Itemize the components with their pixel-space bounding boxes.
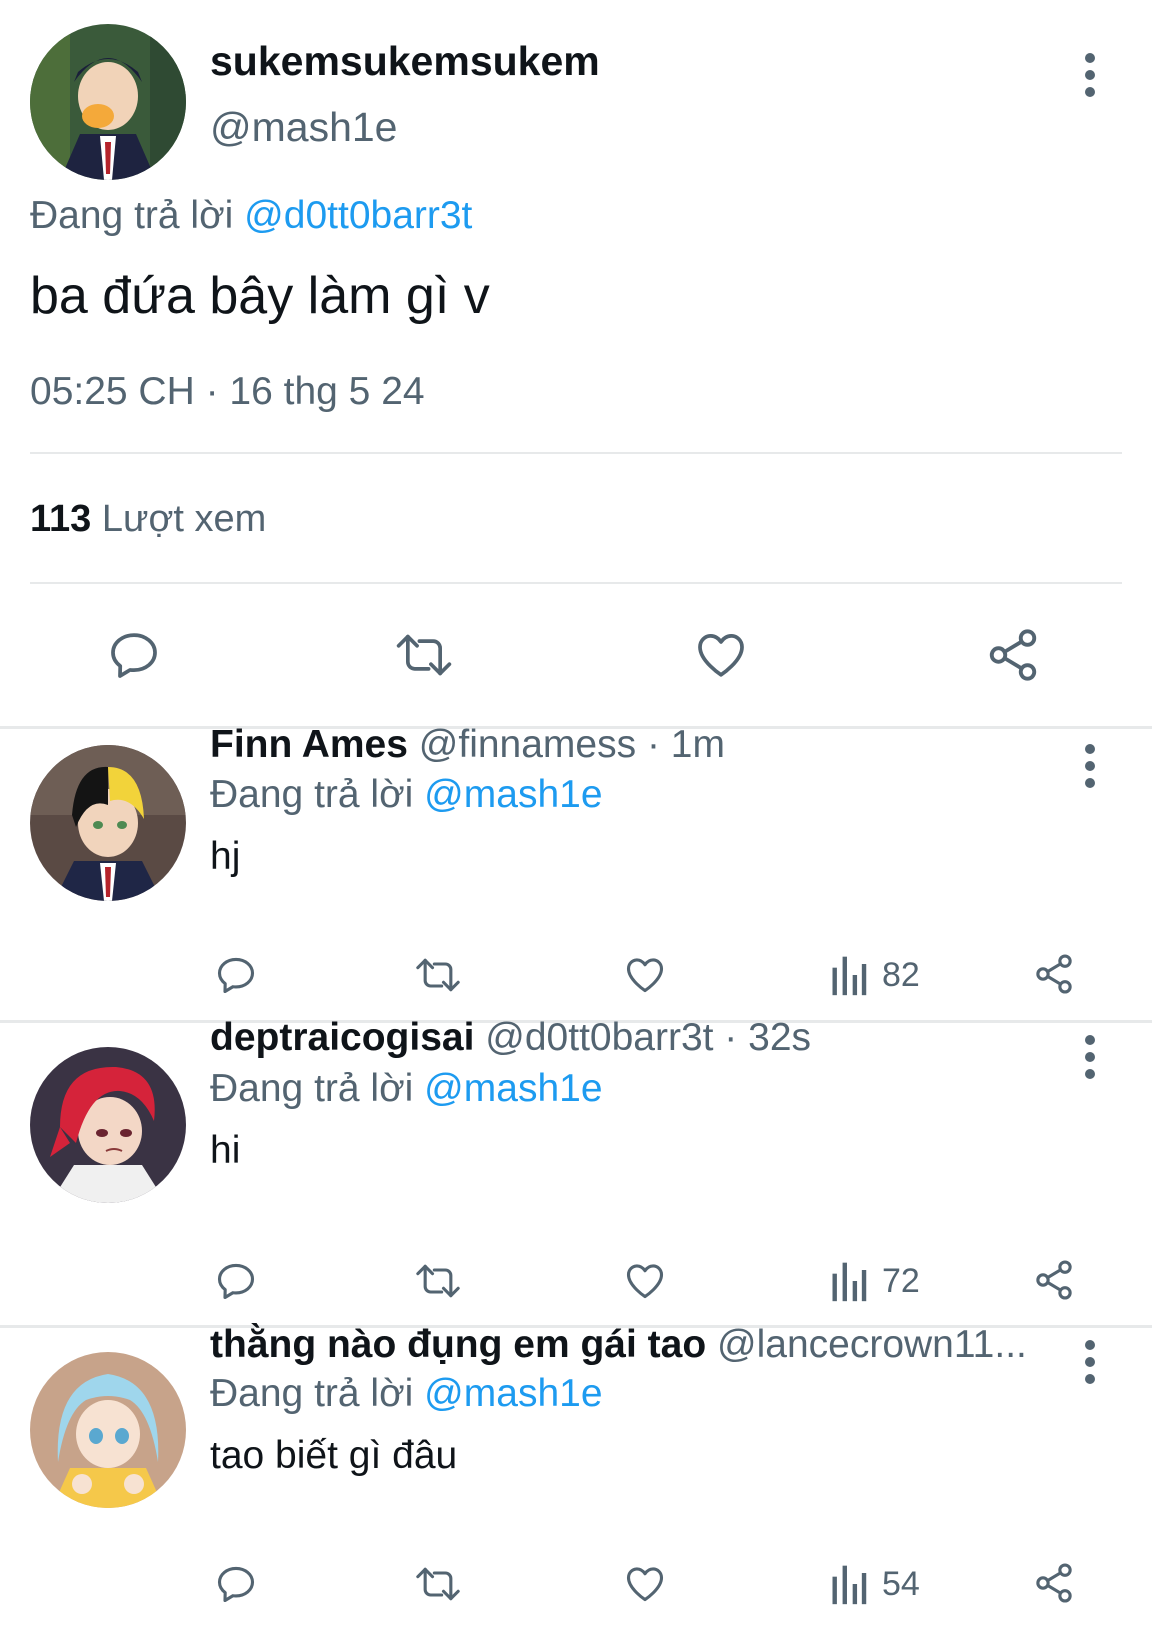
share-icon xyxy=(1036,1260,1072,1300)
bar-chart-icon xyxy=(832,1262,867,1302)
handle-time[interactable]: @finnamess · 1m xyxy=(419,723,725,766)
reply-tweet[interactable]: thằng nào đụng em gái tao @lancecrown11.… xyxy=(0,1323,1152,1628)
user-handle[interactable]: @mash1e xyxy=(210,104,397,151)
reply-header: deptraicogisai @d0tt0barr3t · 32s xyxy=(210,1016,1060,1060)
share-icon xyxy=(1036,1563,1072,1603)
views-count: 72 xyxy=(882,1261,920,1300)
share-button[interactable] xyxy=(1032,951,1076,997)
views-button[interactable]: 72 xyxy=(830,1259,920,1303)
more-options-icon[interactable] xyxy=(1080,1340,1100,1384)
avatar[interactable] xyxy=(30,1047,186,1203)
tweet-timestamp[interactable]: 05:25 CH · 16 thg 5 24 xyxy=(30,370,425,414)
reply-to-link[interactable]: @mash1e xyxy=(424,773,602,816)
share-button[interactable] xyxy=(1032,1257,1076,1303)
reply-button[interactable] xyxy=(214,1259,258,1303)
divider xyxy=(30,452,1122,454)
more-options-icon[interactable] xyxy=(1080,53,1100,97)
like-button[interactable] xyxy=(622,1562,668,1606)
reply-prefix: Đang trả lời xyxy=(210,1067,414,1110)
display-name[interactable]: thằng nào đụng em gái tao xyxy=(210,1323,706,1366)
retweet-icon xyxy=(396,634,452,676)
more-options-icon[interactable] xyxy=(1080,1035,1100,1079)
reply-button[interactable] xyxy=(214,1562,258,1606)
like-button[interactable] xyxy=(622,953,668,997)
display-name[interactable]: deptraicogisai xyxy=(210,1016,474,1059)
reply-header: thằng nào đụng em gái tao @lancecrown11.… xyxy=(210,1323,1060,1367)
heart-icon xyxy=(698,634,744,677)
bar-chart-icon xyxy=(832,1565,867,1605)
speech-bubble-icon xyxy=(217,1566,255,1603)
reply-button[interactable] xyxy=(106,627,162,683)
views-count: 113 xyxy=(30,498,92,540)
reply-button[interactable] xyxy=(214,953,258,997)
main-tweet: sukemsukemsukem @mash1e Đang trả lời @d0… xyxy=(0,0,1152,728)
reply-prefix: Đang trả lời xyxy=(30,194,234,237)
heart-icon xyxy=(626,958,664,993)
views-summary[interactable]: 113 Lượt xem xyxy=(30,498,266,541)
heart-icon xyxy=(626,1264,664,1299)
bar-chart-icon xyxy=(832,956,867,996)
handle-time[interactable]: @lancecrown11... xyxy=(717,1323,1027,1366)
retweet-icon xyxy=(416,1567,460,1601)
like-button[interactable] xyxy=(692,627,750,683)
share-button[interactable] xyxy=(1032,1560,1076,1606)
retweet-button[interactable] xyxy=(414,1259,462,1303)
tweet-text: hj xyxy=(210,835,241,878)
reply-to-link[interactable]: @mash1e xyxy=(424,1372,602,1415)
share-button[interactable] xyxy=(984,625,1042,685)
display-name[interactable]: sukemsukemsukem xyxy=(210,38,600,85)
tweet-text: hi xyxy=(210,1129,241,1172)
retweet-button[interactable] xyxy=(414,953,462,997)
retweet-button[interactable] xyxy=(414,1562,462,1606)
retweet-button[interactable] xyxy=(394,627,454,683)
divider xyxy=(30,582,1122,584)
reply-context: Đang trả lời @mash1e xyxy=(210,773,603,817)
reply-to-link[interactable]: @mash1e xyxy=(424,1067,602,1110)
share-icon xyxy=(989,629,1037,681)
avatar[interactable] xyxy=(30,24,186,180)
more-options-icon[interactable] xyxy=(1080,744,1100,788)
views-button[interactable]: 82 xyxy=(830,953,920,997)
views-label: Lượt xem xyxy=(101,498,267,540)
views-button[interactable]: 54 xyxy=(830,1562,920,1606)
reply-tweet[interactable]: Finn Ames @finnamess · 1m Đang trả lời @… xyxy=(0,723,1152,1020)
reply-to-link[interactable]: @d0tt0barr3t xyxy=(244,194,472,237)
display-name[interactable]: Finn Ames xyxy=(210,723,408,766)
speech-bubble-icon xyxy=(111,633,157,678)
avatar[interactable] xyxy=(30,745,186,901)
reply-context: Đang trả lời @mash1e xyxy=(210,1067,603,1111)
speech-bubble-icon xyxy=(217,1263,255,1300)
reply-tweet[interactable]: deptraicogisai @d0tt0barr3t · 32s Đang t… xyxy=(0,1016,1152,1326)
views-count: 82 xyxy=(882,955,920,994)
speech-bubble-icon xyxy=(217,957,255,994)
like-button[interactable] xyxy=(622,1259,668,1303)
views-count: 54 xyxy=(882,1564,920,1603)
share-icon xyxy=(1036,954,1072,994)
heart-icon xyxy=(626,1567,664,1602)
avatar[interactable] xyxy=(30,1352,186,1508)
reply-header: Finn Ames @finnamess · 1m xyxy=(210,723,1060,767)
tweet-text: tao biết gì đâu xyxy=(210,1434,458,1477)
retweet-icon xyxy=(416,1264,460,1298)
tweet-text: ba đứa bây làm gì v xyxy=(30,267,490,325)
handle-time[interactable]: @d0tt0barr3t · 32s xyxy=(485,1016,811,1059)
reply-context: Đang trả lời @d0tt0barr3t xyxy=(30,194,472,238)
retweet-icon xyxy=(416,958,460,992)
reply-context: Đang trả lời @mash1e xyxy=(210,1372,603,1416)
reply-prefix: Đang trả lời xyxy=(210,1372,414,1415)
reply-prefix: Đang trả lời xyxy=(210,773,414,816)
